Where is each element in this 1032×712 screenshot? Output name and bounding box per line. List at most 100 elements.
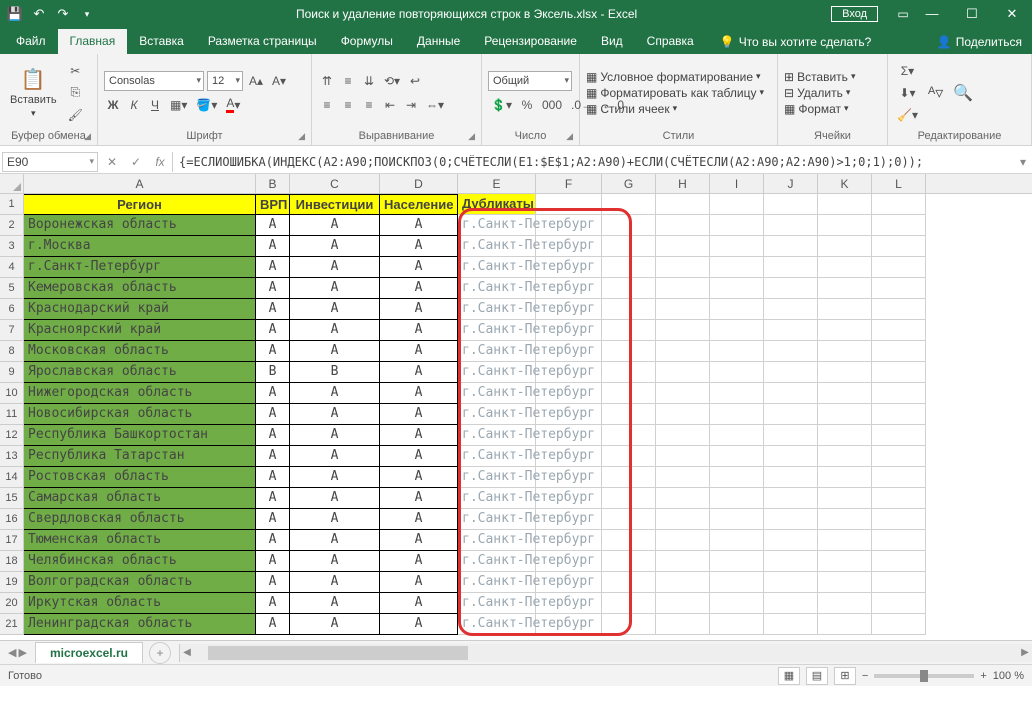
zoom-in-button[interactable]: +	[980, 670, 986, 682]
fill-color-icon[interactable]: 🪣▾	[193, 95, 220, 115]
minimize-button[interactable]: —	[912, 6, 952, 22]
row-header[interactable]: 19	[0, 572, 24, 593]
row-header[interactable]: 21	[0, 614, 24, 635]
indent-increase-icon[interactable]: ⇥	[402, 95, 420, 115]
name-box[interactable]: E90	[2, 152, 98, 172]
format-painter-icon[interactable]: 🖌	[65, 105, 86, 125]
row-header[interactable]: 6	[0, 299, 24, 320]
row-header[interactable]: 11	[0, 404, 24, 425]
autosum-icon[interactable]: Σ▾	[894, 61, 921, 81]
font-name-select[interactable]: Consolas	[104, 71, 204, 91]
scroll-thumb[interactable]	[208, 646, 468, 660]
sheet-nav-prev-icon[interactable]: ◀	[8, 646, 16, 659]
conditional-formatting-button[interactable]: ▦Условное форматирование▾	[586, 70, 771, 84]
table-row[interactable]: Кемеровская областьAAAг.Санкт-Петербург	[24, 278, 926, 299]
select-all-button[interactable]	[0, 174, 24, 193]
percent-icon[interactable]: %	[518, 95, 536, 115]
add-sheet-button[interactable]: +	[149, 642, 171, 664]
page-layout-button[interactable]: ▤	[806, 667, 828, 685]
row-header[interactable]: 9	[0, 362, 24, 383]
row-header[interactable]: 17	[0, 530, 24, 551]
spreadsheet-grid[interactable]: ABCDEFGHIJKL 123456789101112131415161718…	[0, 174, 1032, 640]
table-row[interactable]: Самарская областьAAAг.Санкт-Петербург	[24, 488, 926, 509]
bold-button[interactable]: Ж	[104, 95, 122, 115]
column-header-E[interactable]: E	[458, 174, 536, 193]
font-color-icon[interactable]: A▾	[223, 95, 243, 115]
enter-formula-icon[interactable]: ✓	[124, 155, 148, 169]
table-row[interactable]: Волгоградская областьAAAг.Санкт-Петербур…	[24, 572, 926, 593]
align-middle-icon[interactable]: ≡	[339, 71, 357, 91]
cell-styles-button[interactable]: ▦Стили ячеек▾	[586, 102, 771, 116]
scroll-left-icon[interactable]: ◀	[180, 647, 194, 658]
row-header[interactable]: 4	[0, 257, 24, 278]
underline-button[interactable]: Ч	[146, 95, 164, 115]
tab-data[interactable]: Данные	[405, 29, 472, 54]
column-header-A[interactable]: A	[24, 174, 256, 193]
column-header-K[interactable]: K	[818, 174, 872, 193]
maximize-button[interactable]: ☐	[952, 6, 992, 22]
row-header[interactable]: 2	[0, 215, 24, 236]
table-row[interactable]: Свердловская областьAAAг.Санкт-Петербург	[24, 509, 926, 530]
normal-view-button[interactable]: ▦	[778, 667, 800, 685]
tab-view[interactable]: Вид	[589, 29, 635, 54]
sheet-tab[interactable]: microexcel.ru	[35, 642, 143, 663]
fill-icon[interactable]: ⬇▾	[894, 83, 921, 103]
scroll-right-icon[interactable]: ▶	[1018, 647, 1032, 658]
row-header[interactable]: 12	[0, 425, 24, 446]
increase-font-icon[interactable]: A▴	[246, 71, 266, 91]
qat-dropdown-icon[interactable]: ▾	[78, 9, 96, 20]
column-header-H[interactable]: H	[656, 174, 710, 193]
table-row[interactable]: Ростовская областьAAAг.Санкт-Петербург	[24, 467, 926, 488]
row-header[interactable]: 7	[0, 320, 24, 341]
table-row[interactable]: Воронежская областьAAAг.Санкт-Петербург	[24, 215, 926, 236]
tell-me[interactable]: 💡Что вы хотите сделать?	[710, 30, 882, 54]
column-header-I[interactable]: I	[710, 174, 764, 193]
row-header[interactable]: 1	[0, 194, 24, 215]
close-button[interactable]: ✕	[992, 6, 1032, 22]
undo-icon[interactable]: ↶	[30, 6, 48, 22]
table-row[interactable]: Иркутская областьAAAг.Санкт-Петербург	[24, 593, 926, 614]
align-left-icon[interactable]: ≡	[318, 95, 336, 115]
sort-filter-icon[interactable]: ᴬ▿	[925, 83, 946, 103]
row-header[interactable]: 10	[0, 383, 24, 404]
tab-pagelayout[interactable]: Разметка страницы	[196, 29, 329, 54]
indent-decrease-icon[interactable]: ⇤	[381, 95, 399, 115]
row-header[interactable]: 20	[0, 593, 24, 614]
table-row[interactable]: Республика БашкортостанAAAг.Санкт-Петерб…	[24, 425, 926, 446]
table-row[interactable]: г.Санкт-ПетербургAAAг.Санкт-Петербург	[24, 257, 926, 278]
tab-insert[interactable]: Вставка	[127, 29, 196, 54]
share-button[interactable]: 👤Поделиться	[927, 30, 1032, 54]
align-top-icon[interactable]: ⇈	[318, 71, 336, 91]
clipboard-launcher-icon[interactable]: ◢	[84, 131, 91, 142]
merge-icon[interactable]: ⇔▾	[423, 95, 447, 115]
number-launcher-icon[interactable]: ◢	[566, 131, 573, 142]
table-row[interactable]: Челябинская областьAAAг.Санкт-Петербург	[24, 551, 926, 572]
column-header-L[interactable]: L	[872, 174, 926, 193]
row-header[interactable]: 3	[0, 236, 24, 257]
row-header[interactable]: 5	[0, 278, 24, 299]
align-bottom-icon[interactable]: ⇊	[360, 71, 378, 91]
table-row[interactable]: Московская областьAAAг.Санкт-Петербург	[24, 341, 926, 362]
table-row[interactable]: г.МоскваAAAг.Санкт-Петербург	[24, 236, 926, 257]
table-row[interactable]: Тюменская областьAAAг.Санкт-Петербург	[24, 530, 926, 551]
number-format-select[interactable]: Общий	[488, 71, 572, 91]
delete-cells-button[interactable]: ⊟Удалить▾	[784, 86, 881, 100]
borders-icon[interactable]: ▦▾	[167, 95, 190, 115]
column-header-D[interactable]: D	[380, 174, 458, 193]
format-cells-button[interactable]: ▦Формат▾	[784, 102, 881, 116]
page-break-button[interactable]: ⊞	[834, 667, 856, 685]
table-row[interactable]: Республика ТатарстанAAAг.Санкт-Петербург	[24, 446, 926, 467]
table-row[interactable]: Ярославская областьBBAг.Санкт-Петербург	[24, 362, 926, 383]
paste-button[interactable]: 📋Вставить▾	[6, 65, 61, 121]
decrease-font-icon[interactable]: A▾	[269, 71, 289, 91]
row-header[interactable]: 8	[0, 341, 24, 362]
table-row[interactable]: Красноярский крайAAAг.Санкт-Петербург	[24, 320, 926, 341]
column-header-J[interactable]: J	[764, 174, 818, 193]
wrap-text-icon[interactable]: ↩	[406, 71, 424, 91]
align-center-icon[interactable]: ≡	[339, 95, 357, 115]
cancel-formula-icon[interactable]: ✕	[100, 155, 124, 169]
align-right-icon[interactable]: ≡	[360, 95, 378, 115]
currency-icon[interactable]: 💲▾	[488, 95, 515, 115]
tab-review[interactable]: Рецензирование	[472, 29, 589, 54]
font-size-select[interactable]: 12	[207, 71, 243, 91]
